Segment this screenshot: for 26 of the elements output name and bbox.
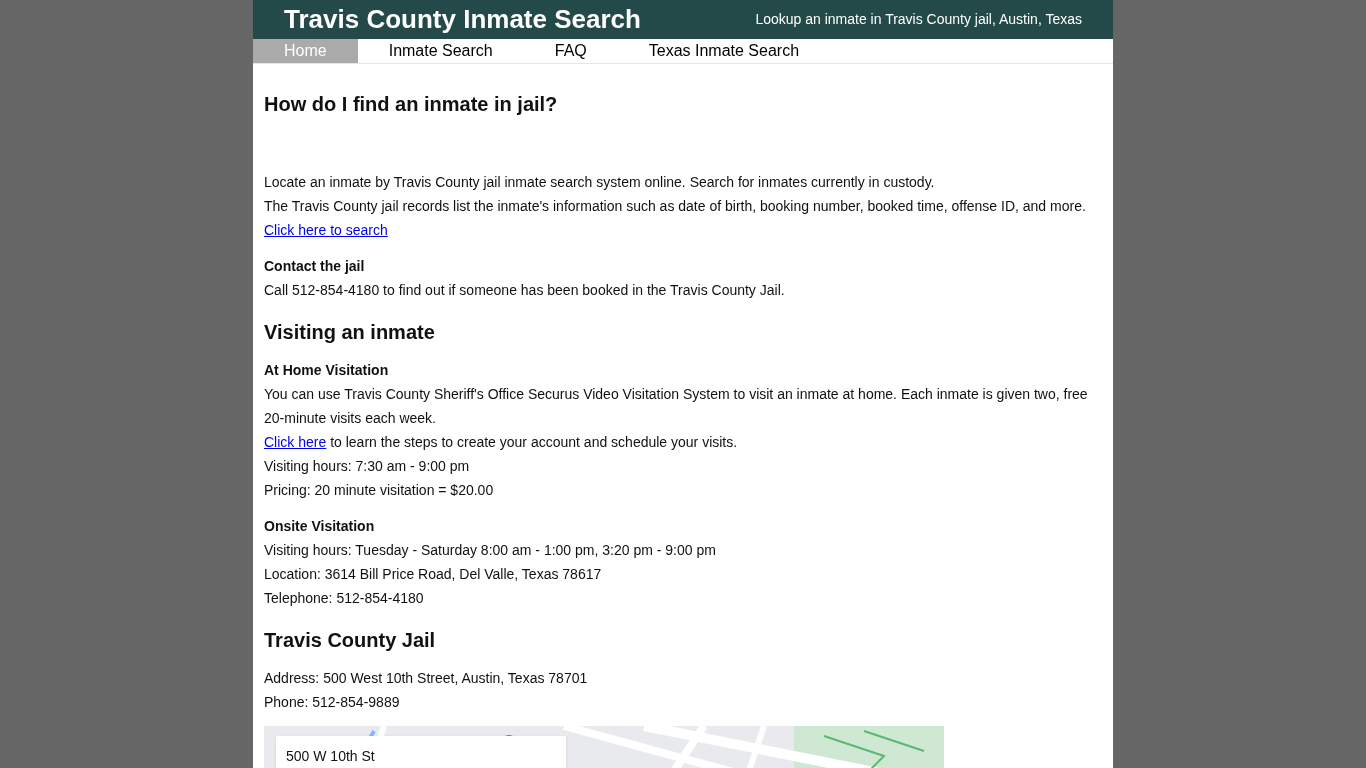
nav-tab[interactable]: Inmate Search	[357, 39, 524, 63]
paragraph: Pricing: 20 minute visitation = $20.00	[264, 481, 495, 500]
paragraph: Phone: 512-854-9889	[264, 693, 401, 712]
subheading: At Home Visitation	[264, 361, 390, 380]
place-name: 500 W 10th St	[286, 748, 375, 764]
paragraph: Location: 3614 Bill Price Road, Del Valle, Texas 78617	[264, 565, 603, 584]
paragraph: You can use Travis County Sheriff's Office Securus Video Visitation System to visit an inmate at home. Each inmate is given two, free 20-minute visits each week.	[264, 385, 1089, 428]
paragraph: Locate an inmate by Travis County jail inmate search system online. Search for inmates currently in custody.	[264, 173, 936, 192]
link[interactable]: Click here	[264, 434, 327, 450]
paragraph: Visiting hours: Tuesday - Saturday 8:00 am - 1:00 pm, 3:20 pm - 9:00 pm	[264, 541, 717, 560]
link[interactable]: Click here to search	[264, 222, 388, 238]
nav-tab[interactable]: FAQ	[523, 39, 618, 63]
tagline: Lookup an inmate in Travis County jail, Austin, Texas	[755, 10, 1082, 29]
subheading: Onsite Visitation	[264, 517, 376, 536]
subheading: Contact the jail	[264, 257, 366, 276]
paragraph: Address: 500 West 10th Street, Austin, Texas 78701	[264, 669, 589, 688]
nav-tab[interactable]: Texas Inmate Search	[617, 39, 831, 63]
paragraph: The Travis County jail records list the inmate's information such as date of birth, booking number, booked time, offense ID, and more.	[264, 197, 1087, 216]
site-title: Travis County Inmate Search	[284, 3, 641, 36]
paragraph: Telephone: 512-854-4180	[264, 589, 425, 608]
paragraph: Visiting hours: 7:30 am - 9:00 pm	[264, 457, 471, 476]
section-heading: How do I find an inmate in jail?	[264, 92, 559, 117]
section-heading: Travis County Jail	[264, 628, 437, 653]
paragraph: Click here to learn the steps to create your account and schedule your visits.	[264, 433, 739, 452]
paragraph: Call 512-854-4180 to find out if someone has been booked in the Travis County Jail.	[264, 281, 786, 300]
section-heading: Visiting an inmate	[264, 320, 436, 345]
